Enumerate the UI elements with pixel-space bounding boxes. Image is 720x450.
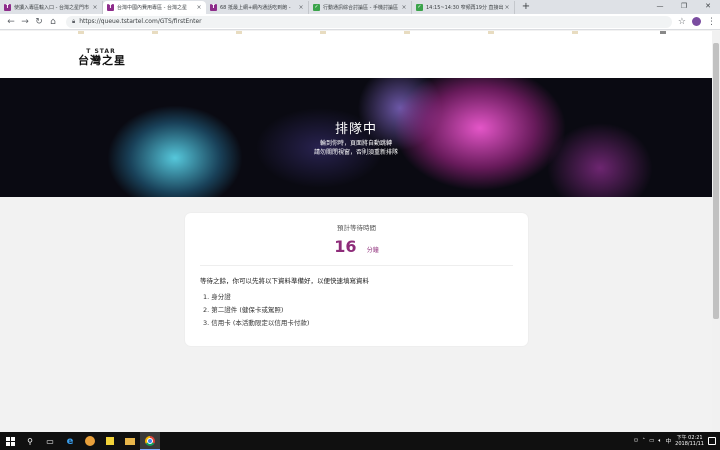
- system-tray: ⚇ ˄ ▭ 🔈︎ 中 下午 02:21 2018/11/11: [633, 432, 716, 450]
- tstar-logo[interactable]: T STAR 台灣之星: [78, 48, 138, 67]
- list-item: 3. 信用卡 (本活動限定以信用卡付款): [203, 319, 310, 327]
- chrome-icon[interactable]: [140, 432, 160, 450]
- browser-tab-active[interactable]: T 台灣中國內費用專區 - 台灣之星 ×: [103, 1, 206, 14]
- minimize-icon[interactable]: —: [648, 0, 672, 12]
- site-header: T STAR 台灣之星: [0, 31, 712, 78]
- task-view-icon[interactable]: ▭: [40, 432, 60, 450]
- header-decoration: [660, 31, 666, 34]
- queue-hero-banner: 排隊中 輪到你時，頁面將自動跳轉 請勿關閉視窗，否則須重新排隊: [0, 78, 712, 197]
- back-arrow-icon[interactable]: ←: [4, 15, 18, 29]
- queue-message-line1: 輪到你時，頁面將自動跳轉: [319, 140, 392, 147]
- volume-icon[interactable]: 🔈︎: [658, 438, 661, 445]
- tab-title: 使讀入專區輸入口 - 台灣之星門市: [14, 5, 89, 11]
- browser-tab-strip: T 使讀入專區輸入口 - 台灣之星門市 × T 台灣中國內費用專區 - 台灣之星…: [0, 0, 720, 14]
- header-decoration: [404, 31, 410, 34]
- person-icon[interactable]: ⚇: [633, 438, 638, 444]
- close-icon[interactable]: ×: [92, 4, 98, 11]
- header-decoration: [488, 31, 494, 34]
- close-window-icon[interactable]: ✕: [696, 0, 720, 12]
- page-scrollbar[interactable]: [712, 31, 720, 432]
- app-fox-icon[interactable]: [80, 432, 100, 450]
- browser-tab[interactable]: T 68 抵最上網+網內通話吃到飽 - ×: [206, 1, 309, 14]
- chevron-up-icon[interactable]: ˄: [642, 438, 645, 444]
- close-icon[interactable]: ×: [298, 4, 304, 11]
- divider: [200, 265, 513, 266]
- browser-tab[interactable]: T 使讀入專區輸入口 - 台灣之星門市 ×: [0, 1, 103, 14]
- header-decoration: [152, 31, 158, 34]
- windows-taskbar: ⚲ ▭ e ⚇ ˄ ▭ 🔈︎ 中 下午 02:21 2018/11/11: [0, 432, 720, 450]
- home-icon[interactable]: ⌂: [46, 15, 60, 29]
- new-tab-button[interactable]: +: [519, 1, 533, 14]
- wait-info-card: 預計等待時間 16 分鐘 等待之餘，你可以先將以下資料準備好，以便快速填寫資料 …: [185, 213, 528, 346]
- document-list: 1. 身分證 2. 第二證件 (健保卡或駕照) 3. 信用卡 (本活動限定以信用…: [203, 291, 309, 330]
- ime-icon[interactable]: 中: [666, 437, 672, 445]
- clock-date: 2018/11/11: [675, 441, 704, 447]
- menu-dots-icon[interactable]: ⋮: [707, 17, 716, 27]
- network-icon[interactable]: ▭: [649, 438, 654, 444]
- tab-title: 14:15~14:30 窄頻再19分 直接出: [426, 5, 504, 11]
- url-text: https://queue.tstartel.com/GTS/firstEnte…: [79, 18, 202, 25]
- search-icon[interactable]: ⚲: [20, 432, 40, 450]
- lock-icon: 🔒︎: [72, 17, 76, 25]
- wait-time-value: 16 分鐘: [185, 237, 528, 256]
- header-decoration: [320, 31, 326, 34]
- file-explorer-icon[interactable]: [120, 432, 140, 450]
- close-icon[interactable]: ×: [401, 4, 407, 11]
- page-viewport: T STAR 台灣之星 排隊中 輪到你時，頁面將自動跳轉 請勿關閉視窗，否則須重…: [0, 31, 712, 432]
- close-icon[interactable]: ×: [196, 4, 202, 11]
- forward-arrow-icon[interactable]: →: [18, 15, 32, 29]
- ie-icon[interactable]: e: [60, 432, 80, 450]
- list-item: 1. 身分證: [203, 293, 231, 301]
- tab-title: 68 抵最上網+網內通話吃到飽 -: [220, 5, 291, 11]
- taskbar-clock[interactable]: 下午 02:21 2018/11/11: [675, 435, 704, 447]
- prepare-instruction: 等待之餘，你可以先將以下資料準備好，以便快速填寫資料: [200, 277, 369, 285]
- forum-favicon-icon: ✓: [416, 4, 423, 11]
- scrollbar-thumb[interactable]: [713, 43, 719, 319]
- window-controls: — ❐ ✕: [648, 0, 720, 12]
- start-button[interactable]: [0, 432, 20, 450]
- tstar-favicon-icon: T: [4, 4, 11, 11]
- tstar-favicon-icon: T: [210, 4, 217, 11]
- queue-message-line2: 請勿關閉視窗，否則須重新排隊: [313, 149, 398, 156]
- browser-tab[interactable]: ✓ 行動通訊綜合討論區 - 手機討論區 ×: [309, 1, 412, 14]
- tab-title: 台灣中國內費用專區 - 台灣之星: [117, 5, 187, 11]
- wait-minutes: 16: [334, 237, 357, 256]
- bookmark-star-icon[interactable]: ☆: [678, 17, 686, 27]
- logo-name-text: 台灣之星: [78, 54, 126, 67]
- wait-unit: 分鐘: [366, 247, 379, 254]
- header-decoration: [236, 31, 242, 34]
- list-item: 2. 第二證件 (健保卡或駕照): [203, 306, 284, 314]
- reload-icon[interactable]: ↻: [32, 15, 46, 29]
- sticky-notes-icon[interactable]: [100, 432, 120, 450]
- forum-favicon-icon: ✓: [313, 4, 320, 11]
- notification-icon[interactable]: [708, 437, 716, 445]
- wait-time-label: 預計等待時間: [337, 224, 376, 232]
- restore-icon[interactable]: ❐: [672, 0, 696, 12]
- extension-icon[interactable]: [692, 17, 701, 26]
- queue-title: 排隊中: [334, 122, 377, 137]
- close-icon[interactable]: ×: [504, 4, 510, 11]
- browser-tab[interactable]: ✓ 14:15~14:30 窄頻再19分 直接出 ×: [412, 1, 515, 14]
- tab-title: 行動通訊綜合討論區 - 手機討論區: [323, 5, 398, 11]
- header-decoration: [572, 31, 578, 34]
- header-decoration: [78, 31, 84, 34]
- address-bar[interactable]: 🔒︎ https://queue.tstartel.com/GTS/firstE…: [66, 15, 672, 28]
- tstar-favicon-icon: T: [107, 4, 114, 11]
- windows-logo-icon: [5, 436, 15, 446]
- browser-toolbar: ← → ↻ ⌂ 🔒︎ https://queue.tstartel.com/GT…: [0, 14, 720, 30]
